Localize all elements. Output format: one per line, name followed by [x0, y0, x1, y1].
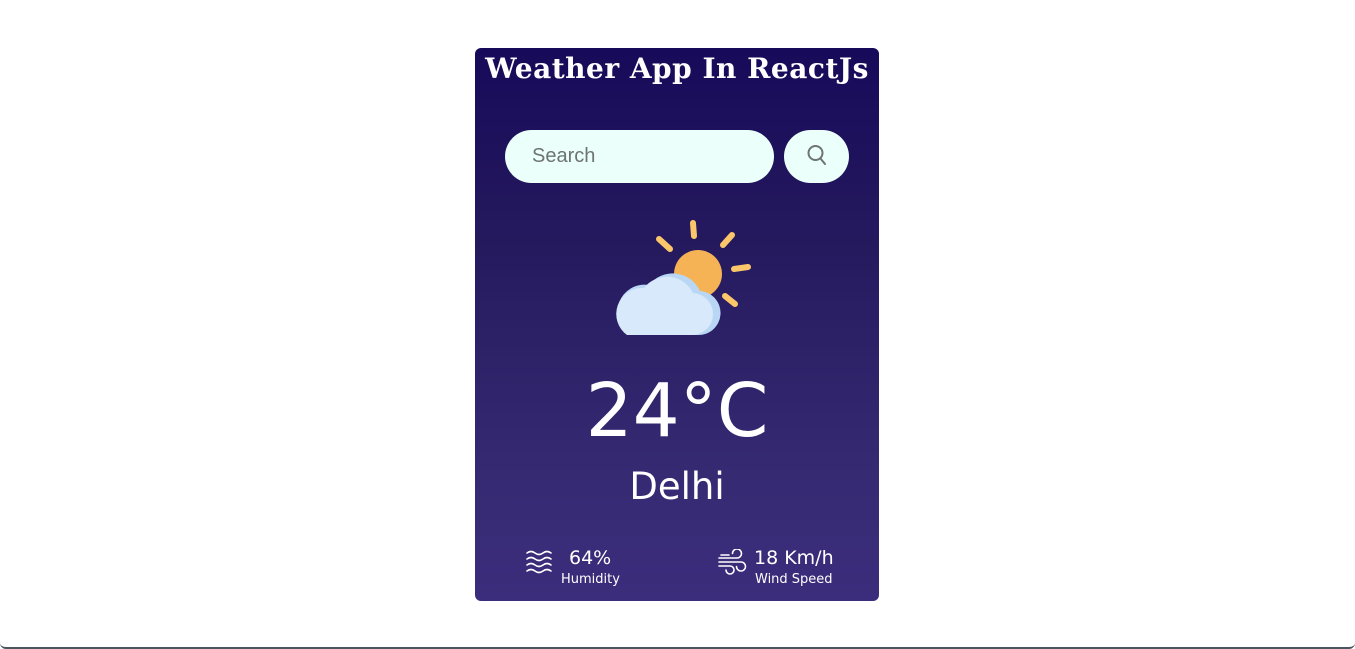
partly-cloudy-icon [601, 218, 753, 338]
search-button[interactable] [784, 130, 849, 183]
search-bar [505, 130, 849, 183]
wind-icon [717, 548, 747, 581]
temperature: 24°C [585, 368, 769, 454]
humidity-stat: 64% Humidity [525, 546, 645, 590]
search-icon [807, 144, 827, 170]
weather-card: Weather App In ReactJs Search 24°C Delhi… [475, 48, 879, 601]
humidity-value: 64% [569, 547, 612, 569]
search-input[interactable] [505, 130, 774, 183]
page: Weather App In ReactJs Search 24°C Delhi… [0, 0, 1355, 649]
wind-stat: 18 Km/h Wind Speed [717, 546, 847, 590]
city-name: Delhi [629, 465, 725, 508]
wind-value: 18 Km/h [754, 547, 834, 569]
humidity-icon [525, 549, 555, 581]
app-title: Weather App In ReactJs [485, 52, 869, 85]
wind-label: Wind Speed [755, 572, 833, 587]
humidity-label: Humidity [561, 572, 620, 587]
